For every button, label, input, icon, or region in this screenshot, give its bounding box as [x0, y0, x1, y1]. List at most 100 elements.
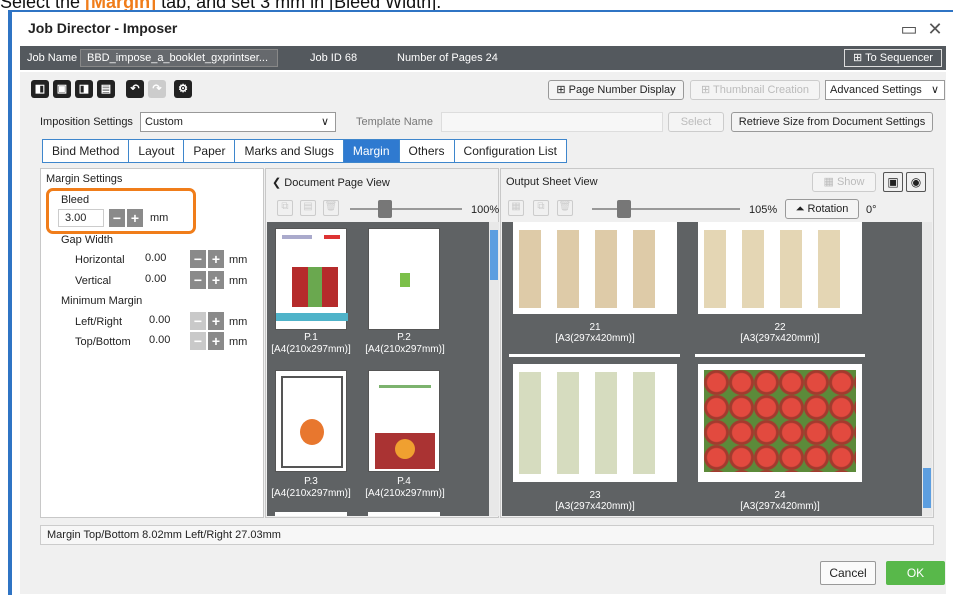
topbottom-plus-button[interactable]: +: [208, 332, 224, 350]
delete-page-icon[interactable]: 🗑: [323, 200, 339, 216]
copy-page-icon[interactable]: ⧉: [277, 200, 293, 216]
redo-icon[interactable]: ↷: [148, 80, 166, 98]
sheet-24-pattern: [704, 370, 856, 472]
close-icon[interactable]: ✕: [924, 18, 946, 40]
page-number-display-label: Page Number Display: [568, 84, 676, 96]
vertical-unit: mm: [229, 275, 248, 287]
page-1-size: [A4(210x297mm)]: [271, 344, 351, 355]
doc-scrollbar[interactable]: [489, 222, 499, 516]
chevron-down-icon: ∨: [320, 116, 329, 128]
doc-zoom-track: [350, 208, 462, 210]
show-button[interactable]: ▦ Show: [812, 172, 876, 192]
undo-icon[interactable]: ↶: [126, 80, 144, 98]
select-template-button[interactable]: Select: [668, 112, 724, 132]
advanced-settings-dropdown[interactable]: Advanced Settings ∨: [825, 80, 945, 100]
sheet-22-size: [A3(297x420mm)]: [740, 333, 820, 344]
cancel-button[interactable]: Cancel: [820, 561, 876, 585]
sequencer-icon: ⊞: [853, 52, 863, 64]
export-icon[interactable]: ◨: [75, 80, 93, 98]
page-number-icon: ⊞: [556, 84, 566, 96]
settings-gear-icon[interactable]: ⚙: [174, 80, 192, 98]
settings-tabs: Bind Method Layout Paper Marks and Slugs…: [42, 139, 567, 163]
tab-paper[interactable]: Paper: [183, 139, 235, 163]
sheet-thumbnail-24[interactable]: [698, 364, 862, 482]
tab-bind-method[interactable]: Bind Method: [42, 139, 129, 163]
doc-scrollbar-thumb[interactable]: [490, 230, 498, 280]
tab-configuration-list[interactable]: Configuration List: [453, 139, 567, 163]
save-icon[interactable]: ▣: [53, 80, 71, 98]
sheet-zoom-slider[interactable]: [617, 200, 631, 218]
title-bar: Job Director - Imposer ▭ ✕: [12, 14, 953, 44]
sheet-thumbnail-23[interactable]: [513, 364, 677, 482]
rotation-button[interactable]: ⏶ Rotation: [785, 199, 859, 219]
sheet-copy-icon[interactable]: ▦: [508, 200, 524, 216]
gap-width-label: Gap Width: [61, 234, 113, 246]
page-4-title: [379, 385, 431, 388]
leftright-plus-button[interactable]: +: [208, 312, 224, 330]
horizontal-plus-button[interactable]: +: [208, 250, 224, 268]
rotation-value: 0°: [866, 204, 877, 216]
horizontal-gap-input[interactable]: 0.00: [131, 250, 187, 268]
advanced-settings-label: Advanced Settings: [830, 84, 922, 96]
page-count: Number of Pages 24: [397, 52, 498, 64]
eye-icon[interactable]: ◉: [906, 172, 926, 192]
page-2-label: P.2: [397, 332, 411, 343]
sheet-23-divider: [509, 354, 680, 357]
rotation-icon: ⏶: [795, 203, 805, 215]
to-sequencer-button[interactable]: ⊞ To Sequencer: [844, 49, 942, 67]
doc-zoom-slider[interactable]: [378, 200, 392, 218]
page-number-display-button[interactable]: ⊞ Page Number Display: [548, 80, 684, 100]
preview-icon[interactable]: ▣: [883, 172, 903, 192]
leftright-label: Left/Right: [75, 316, 123, 328]
imposition-settings-label: Imposition Settings: [40, 116, 133, 128]
horizontal-minus-button[interactable]: −: [190, 250, 206, 268]
tab-margin[interactable]: Margin: [342, 139, 399, 163]
page-thumbnail-1[interactable]: [275, 228, 348, 330]
page-1-wave: [276, 313, 348, 321]
job-info-bar: Job Name BBD_impose_a_booklet_gxprintser…: [20, 46, 946, 70]
to-sequencer-label: To Sequencer: [865, 52, 933, 64]
sheet-scrollbar-thumb[interactable]: [923, 468, 931, 508]
show-icon: ▦: [823, 176, 834, 188]
sheet-24-divider: [695, 354, 865, 357]
leftright-margin-input[interactable]: 0.00: [131, 312, 187, 330]
topbottom-minus-button[interactable]: −: [190, 332, 206, 350]
chevron-left-icon[interactable]: ❮: [272, 177, 281, 189]
thumbnail-creation-button[interactable]: ⊞ Thumbnail Creation: [690, 80, 820, 100]
imposition-settings-select[interactable]: Custom ∨: [140, 112, 336, 132]
paste-page-icon[interactable]: ▤: [300, 200, 316, 216]
leftright-unit: mm: [229, 316, 248, 328]
page-1-logo: [324, 235, 340, 239]
thumbnail-creation-label: Thumbnail Creation: [713, 84, 810, 96]
page-4-label: P.4: [397, 476, 411, 487]
imposition-settings-value: Custom: [145, 116, 183, 128]
page-4-photo: [375, 433, 435, 469]
page-thumbnail-3[interactable]: [275, 370, 347, 472]
vertical-plus-button[interactable]: +: [208, 271, 224, 289]
tab-marks-and-slugs[interactable]: Marks and Slugs: [234, 139, 343, 163]
sheet-paste-icon[interactable]: ⧉: [533, 200, 549, 216]
retrieve-size-button[interactable]: Retrieve Size from Document Settings: [731, 112, 933, 132]
maximize-icon[interactable]: ▭: [898, 18, 920, 40]
sheet-delete-icon[interactable]: 🗑: [557, 200, 573, 216]
ok-button[interactable]: OK: [886, 561, 945, 585]
vertical-minus-button[interactable]: −: [190, 271, 206, 289]
margin-settings-title: Margin Settings: [46, 173, 123, 185]
page-thumbnail-4[interactable]: [368, 370, 440, 472]
print-icon[interactable]: ▤: [97, 80, 115, 98]
page-thumbnail-5-partial: [275, 512, 347, 516]
sheet-zoom-track: [592, 208, 740, 210]
sheet-22-pattern: [704, 230, 856, 308]
thumbnail-icon: ⊞: [700, 84, 711, 96]
leftright-minus-button[interactable]: −: [190, 312, 206, 330]
tab-layout[interactable]: Layout: [128, 139, 184, 163]
sheet-thumbnail-21[interactable]: [513, 222, 677, 314]
doc-zoom-value: 100%: [471, 204, 500, 216]
vertical-gap-input[interactable]: 0.00: [131, 271, 187, 289]
sheet-scrollbar[interactable]: [922, 222, 932, 516]
sheet-thumbnail-22[interactable]: [698, 222, 862, 314]
page-thumbnail-2[interactable]: [368, 228, 440, 330]
tab-others[interactable]: Others: [398, 139, 454, 163]
open-icon[interactable]: ◧: [31, 80, 49, 98]
topbottom-margin-input[interactable]: 0.00: [131, 332, 187, 350]
